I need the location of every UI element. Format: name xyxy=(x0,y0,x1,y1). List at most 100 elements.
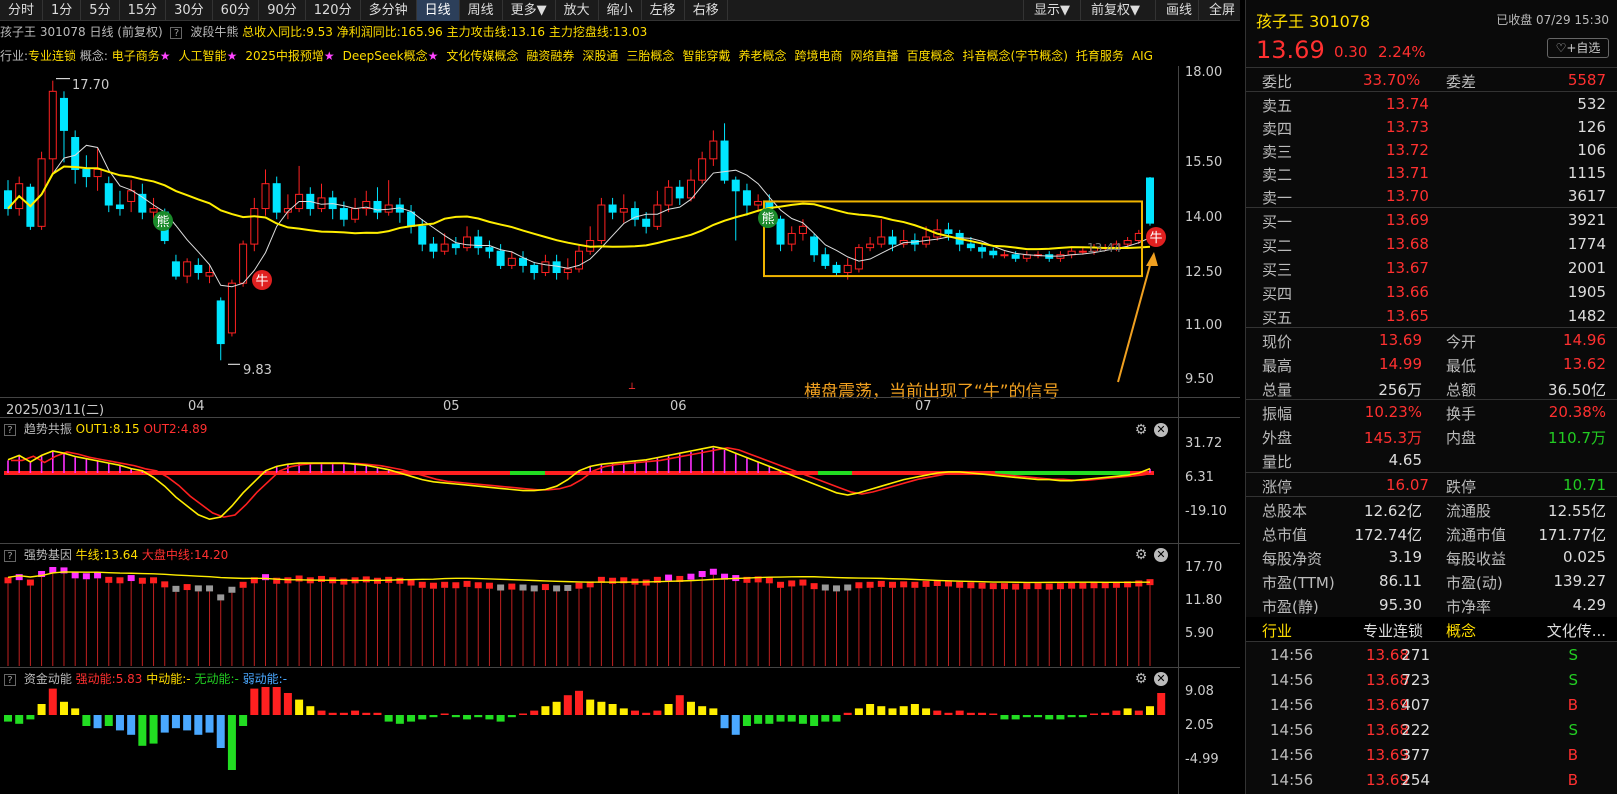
concept-tag[interactable]: 深股通 xyxy=(582,49,618,63)
period-button[interactable]: 日线 xyxy=(416,0,460,21)
candle[interactable] xyxy=(138,183,147,220)
candle[interactable] xyxy=(563,258,572,280)
candle[interactable] xyxy=(832,261,841,277)
signal-badge[interactable]: 牛 xyxy=(252,270,272,290)
candle[interactable] xyxy=(328,190,337,220)
ask-level-row[interactable]: 卖五 13.74 532 xyxy=(1246,92,1617,116)
candle[interactable] xyxy=(71,130,80,184)
concept-tag[interactable]: 养老概念 xyxy=(738,49,786,63)
candle[interactable] xyxy=(250,197,259,252)
candle[interactable] xyxy=(496,244,505,269)
candle[interactable] xyxy=(115,190,124,216)
candle[interactable] xyxy=(362,190,371,216)
toolbar-right-button[interactable]: 显示▼ xyxy=(1023,0,1080,21)
concept-tag[interactable]: 电子商务★ xyxy=(112,49,171,63)
help-icon[interactable]: ? xyxy=(4,549,16,562)
candle[interactable] xyxy=(675,180,684,206)
candle[interactable] xyxy=(59,91,68,163)
close-icon[interactable]: ✕ xyxy=(1154,672,1168,686)
candle[interactable] xyxy=(216,297,225,361)
candle[interactable] xyxy=(485,240,494,259)
candle[interactable] xyxy=(1146,176,1154,226)
candle[interactable] xyxy=(530,261,539,280)
bid-level-row[interactable]: 买四 13.66 1905 xyxy=(1246,280,1617,304)
candle[interactable] xyxy=(407,205,416,234)
ask-level-row[interactable]: 卖三 13.72 106 xyxy=(1246,138,1617,162)
period-button[interactable]: 多分钟 xyxy=(361,0,417,21)
ask-level-row[interactable]: 卖二 13.71 1115 xyxy=(1246,161,1617,185)
candle[interactable] xyxy=(742,183,751,216)
candle[interactable] xyxy=(586,226,595,255)
concept-tag[interactable]: 托育服务 xyxy=(1076,49,1124,63)
candle[interactable] xyxy=(821,247,830,269)
concept-tag[interactable]: 抖音概念(字节概念) xyxy=(963,49,1068,63)
concept-tag[interactable]: 人工智能★ xyxy=(179,49,238,63)
candle[interactable] xyxy=(451,236,460,255)
concept-tag[interactable]: DeepSeek概念★ xyxy=(343,49,439,63)
candle[interactable] xyxy=(854,244,863,273)
candle[interactable] xyxy=(272,176,281,220)
period-button[interactable]: 120分 xyxy=(306,0,361,21)
period-button[interactable]: 分时 xyxy=(0,0,44,21)
candle[interactable] xyxy=(1067,247,1076,259)
candle[interactable] xyxy=(395,197,404,223)
candle[interactable] xyxy=(463,226,472,252)
candle[interactable] xyxy=(474,229,483,255)
help-icon[interactable]: ? xyxy=(170,26,183,39)
toolbar-right-button[interactable]: 画线 xyxy=(1155,0,1202,21)
candle[interactable] xyxy=(575,244,583,273)
concept-tag[interactable]: 网络直播 xyxy=(850,49,898,63)
period-button[interactable]: 60分 xyxy=(213,0,260,21)
candle[interactable] xyxy=(384,180,393,216)
candle[interactable] xyxy=(82,155,91,188)
candle[interactable] xyxy=(351,197,360,223)
period-button[interactable]: 15分 xyxy=(120,0,167,21)
ask-level-row[interactable]: 卖一 13.70 3617 xyxy=(1246,184,1617,208)
period-button[interactable]: 右移 xyxy=(685,0,728,21)
industry-value[interactable]: 专业连锁 xyxy=(28,49,76,63)
candle[interactable] xyxy=(171,254,180,280)
candle[interactable] xyxy=(630,201,639,227)
trend-resonance-chart[interactable] xyxy=(0,437,1180,542)
concept-tag[interactable]: 百度概念 xyxy=(907,49,955,63)
period-button[interactable]: 5分 xyxy=(81,0,120,21)
candle[interactable] xyxy=(227,279,236,337)
concept-tag[interactable]: 智能穿戴 xyxy=(682,49,730,63)
bid-level-row[interactable]: 买五 13.65 1482 xyxy=(1246,304,1617,328)
period-button[interactable]: 周线 xyxy=(460,0,503,21)
candle[interactable] xyxy=(597,197,606,245)
candle[interactable] xyxy=(261,169,270,216)
candle[interactable] xyxy=(810,233,819,262)
close-icon[interactable]: ✕ xyxy=(1154,423,1168,437)
candle[interactable] xyxy=(1022,251,1031,262)
toolbar-right-button[interactable]: 全屏 xyxy=(1198,0,1245,21)
signal-badge[interactable]: 熊 xyxy=(153,211,173,231)
candle[interactable] xyxy=(608,197,617,220)
gear-icon[interactable]: ⚙ xyxy=(1134,672,1148,686)
candle[interactable] xyxy=(373,187,382,220)
candle[interactable] xyxy=(194,258,203,280)
candle[interactable] xyxy=(1000,251,1009,259)
help-icon[interactable]: ? xyxy=(4,673,16,686)
gear-icon[interactable]: ⚙ xyxy=(1134,423,1148,437)
concept-tag[interactable]: 2025中报预增★ xyxy=(245,49,334,63)
candle[interactable] xyxy=(720,123,729,184)
candle[interactable] xyxy=(104,176,113,213)
candlestick-chart[interactable]: 熊牛 熊牛 ┴ xyxy=(0,66,1240,394)
candle[interactable] xyxy=(1034,251,1043,259)
candle[interactable] xyxy=(619,194,628,223)
concept-tag[interactable]: 融资融券 xyxy=(526,49,574,63)
candle[interactable] xyxy=(978,244,987,259)
period-button[interactable]: 缩小 xyxy=(599,0,642,21)
help-icon[interactable]: ? xyxy=(4,423,16,436)
candle[interactable] xyxy=(48,80,57,174)
candle[interactable] xyxy=(698,151,707,184)
candle[interactable] xyxy=(4,180,12,216)
period-button[interactable]: 放大 xyxy=(556,0,599,21)
bid-level-row[interactable]: 买三 13.67 2001 xyxy=(1246,256,1617,280)
candle[interactable] xyxy=(877,219,886,248)
candle[interactable] xyxy=(295,165,304,213)
gear-icon[interactable]: ⚙ xyxy=(1134,548,1148,562)
bid-level-row[interactable]: 买二 13.68 1774 xyxy=(1246,232,1617,256)
candle[interactable] xyxy=(787,226,796,252)
